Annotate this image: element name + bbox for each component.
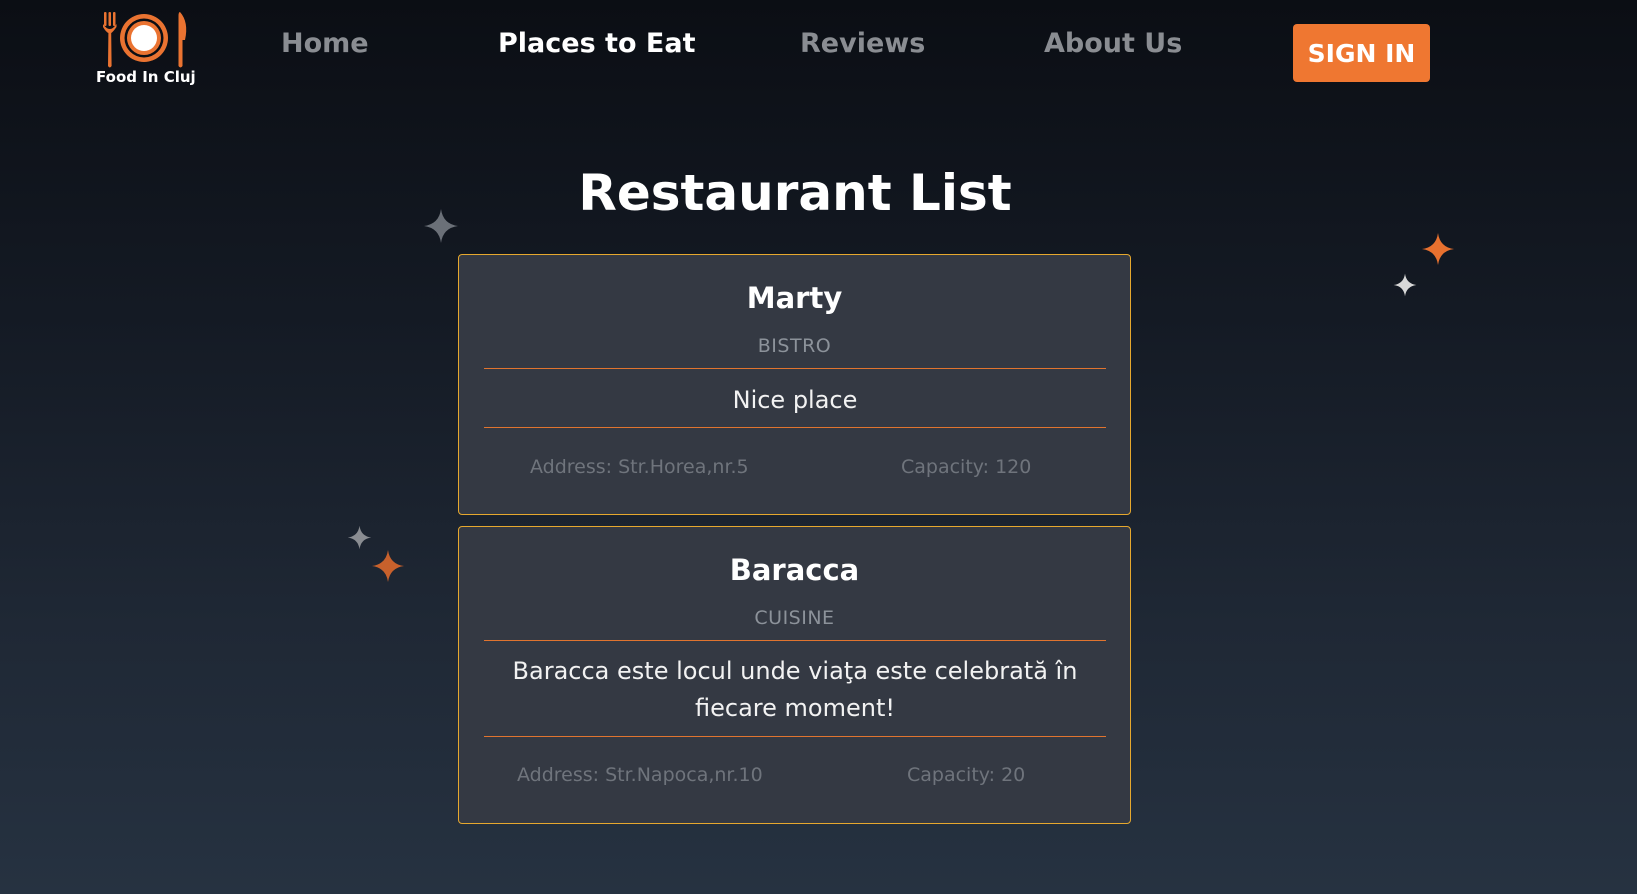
restaurant-address: Address: Str.Horea,nr.5: [530, 456, 749, 478]
restaurant-name: Marty: [746, 281, 843, 315]
restaurant-card[interactable]: Marty BISTRO Nice place Address: Str.Hor…: [458, 254, 1131, 515]
divider: [484, 640, 1106, 641]
sparkle-icon: [1393, 273, 1417, 297]
sign-in-button[interactable]: SIGN IN: [1293, 24, 1430, 82]
divider: [484, 736, 1106, 737]
nav-link-reviews[interactable]: Reviews: [800, 28, 925, 59]
restaurant-type: CUISINE: [754, 607, 835, 629]
sparkle-icon: [371, 549, 405, 583]
restaurant-card[interactable]: Baracca CUISINE Baracca este locul unde …: [458, 526, 1131, 824]
restaurant-description: Nice place: [732, 386, 858, 414]
logo-text: Food In Cluj: [96, 68, 196, 86]
nav-link-about-us[interactable]: About Us: [1044, 28, 1182, 59]
sparkle-icon: [1421, 232, 1455, 266]
restaurant-address: Address: Str.Napoca,nr.10: [517, 764, 763, 786]
sparkle-icon: [424, 209, 458, 243]
nav-link-places-to-eat[interactable]: Places to Eat: [498, 28, 695, 59]
restaurant-name: Baracca: [729, 553, 860, 587]
site-logo[interactable]: Food In Cluj: [96, 8, 196, 90]
restaurant-capacity: Capacity: 20: [907, 764, 1026, 786]
plate-fork-knife-logo-icon: [103, 12, 187, 68]
sparkle-icon: [347, 525, 372, 550]
divider: [484, 368, 1106, 369]
nav-link-home[interactable]: Home: [281, 28, 369, 59]
restaurant-capacity: Capacity: 120: [901, 456, 1032, 478]
restaurant-description: Baracca este locul unde viaţa este celeb…: [512, 657, 1078, 722]
restaurant-type: BISTRO: [757, 335, 832, 357]
navbar: Food In Cluj Home Places to Eat Reviews …: [0, 0, 1637, 110]
page-title: Restaurant List: [578, 164, 1012, 222]
divider: [484, 427, 1106, 428]
